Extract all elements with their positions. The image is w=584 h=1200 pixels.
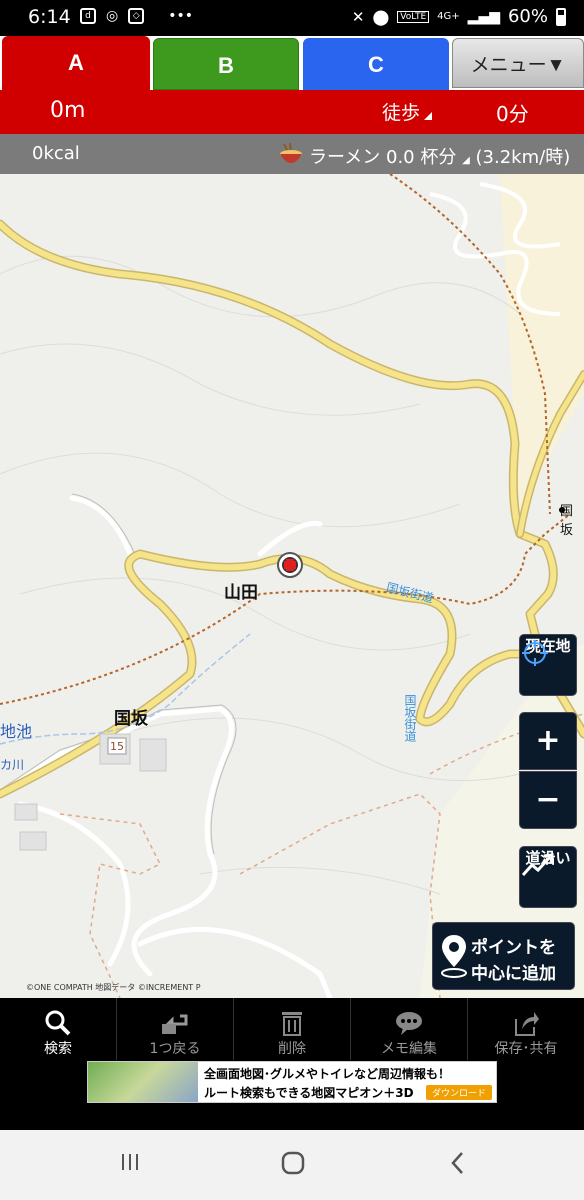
menu-button[interactable]: メニュー▼: [452, 38, 584, 88]
travel-mode-selector[interactable]: 徒歩: [382, 98, 420, 125]
undo-icon: [162, 1014, 188, 1034]
ad-map-thumbnail: [88, 1062, 198, 1102]
network-type: 4G+: [437, 11, 460, 22]
undo-label: 1つ戻る: [149, 1041, 201, 1057]
search-button[interactable]: 検索: [0, 998, 117, 1060]
bottom-toolbar: 検索 1つ戻る 削除 メモ編集 保存･共有: [0, 998, 584, 1060]
place-label-kunisaka-edge: 国坂: [560, 504, 574, 538]
back-icon[interactable]: [448, 1150, 468, 1176]
walking-speed: (3.2km/時): [475, 147, 571, 168]
calorie-bar: 0kcal ラーメン 0.0 杯分 ◢ (3.2km/時): [0, 134, 584, 174]
route-distance: 0m: [50, 98, 86, 123]
location-icon: ⬤: [372, 7, 390, 26]
dropdown-triangle-icon: ◢: [462, 155, 470, 166]
ad-banner[interactable]: 全画面地図･グルメやトイレなど周辺情報も！ ルート検索もできる地図マピオン＋3D…: [87, 1061, 497, 1103]
contour-lines: [0, 255, 521, 895]
ramen-text: ラーメン 0.0 杯分: [309, 147, 457, 168]
ad-text-line1: 全画面地図･グルメやトイレなど周辺情報も！: [204, 1067, 451, 1081]
notification-icons: d ◎ ◇ •••: [80, 8, 193, 24]
mute-icon: ✕: [351, 7, 365, 26]
delete-label: 削除: [278, 1041, 306, 1057]
ramen-equivalent[interactable]: ラーメン 0.0 杯分 ◢ (3.2km/時): [309, 143, 570, 169]
place-label-kawa: カ川: [0, 758, 25, 772]
nfc-icon: ◎: [106, 8, 119, 24]
search-label: 検索: [44, 1041, 72, 1057]
trend-line-icon: [521, 853, 554, 877]
trash-icon: [282, 1012, 302, 1036]
ad-area: 全画面地図･グルメやトイレなど周辺情報も！ ルート検索もできる地図マピオン＋3D…: [0, 1060, 584, 1130]
zoom-out-label: −: [535, 782, 561, 817]
calorie-value: 0kcal: [32, 143, 80, 164]
add-point-button[interactable]: ポイントを 中心に追加: [432, 922, 575, 990]
status-right: ✕ ⬤ VoLTE 4G+ ▂▄▆ 60%: [352, 6, 566, 27]
memo-edit-label: メモ編集: [381, 1041, 437, 1057]
recent-apps-icon[interactable]: [118, 1150, 142, 1174]
pin-icon: [441, 935, 467, 978]
trail-paths: [0, 174, 571, 705]
add-point-label-1: ポイントを: [471, 938, 556, 958]
road-label-kaido-vertical: 国坂街道: [403, 694, 417, 742]
battery-percent: 60%: [507, 6, 548, 27]
ad-download-button[interactable]: ダウンロード: [425, 1085, 492, 1100]
zoom-in-button[interactable]: +: [519, 712, 577, 770]
place-label-chiike: 地池: [0, 722, 33, 741]
signal-icon: ▂▄▆: [467, 8, 500, 25]
tab-a[interactable]: A: [2, 36, 150, 92]
map-view[interactable]: 山田 国坂 国坂 地池 カ川 15 国坂街道 国坂街道 ©ONE COMPATH…: [0, 174, 584, 998]
place-label-kunisaka: 国坂: [114, 709, 148, 729]
map-canvas: [0, 174, 584, 998]
share-icon: [515, 1012, 539, 1036]
tab-b[interactable]: B: [153, 38, 299, 90]
zoom-in-label: +: [535, 723, 561, 758]
ad-text-line2: ルート検索もできる地図マピオン＋3D: [204, 1086, 414, 1100]
dropdown-triangle-icon: [424, 112, 432, 120]
map-copyright: ©ONE COMPATH 地図データ ©INCREMENT P: [26, 983, 201, 992]
status-time: 6:14: [28, 6, 71, 28]
route-tabs: A B C メニュー▼: [0, 36, 584, 92]
notification-icon: d: [80, 8, 96, 24]
save-share-label: 保存･共有: [494, 1041, 558, 1057]
search-icon: [45, 1010, 71, 1036]
minor-road-outlines: [0, 493, 237, 855]
delete-button[interactable]: 削除: [234, 998, 351, 1060]
more-dots-icon: •••: [168, 8, 193, 24]
speech-bubble-icon: [396, 1012, 422, 1035]
status-bar: 6:14 d ◎ ◇ ••• ✕ ⬤ VoLTE 4G+ ▂▄▆ 60%: [0, 0, 584, 36]
zoom-out-button[interactable]: −: [519, 771, 577, 829]
place-label-yamada: 山田: [224, 583, 258, 603]
tab-c[interactable]: C: [303, 38, 449, 90]
undo-button[interactable]: 1つ戻る: [117, 998, 234, 1060]
crosshair-icon: [522, 640, 548, 666]
hospital-marker[interactable]: [277, 552, 303, 578]
save-share-button[interactable]: 保存･共有: [468, 998, 584, 1060]
system-nav-bar: [0, 1130, 584, 1200]
add-point-label-2: 中心に追加: [471, 964, 556, 984]
route-info-bar: 0m 徒歩 0分: [0, 90, 584, 134]
shield-icon: ◇: [128, 8, 145, 24]
memo-edit-button[interactable]: メモ編集: [351, 998, 468, 1060]
land-area: [400, 174, 584, 534]
home-icon[interactable]: [280, 1150, 306, 1176]
ramen-bowl-icon: [280, 142, 302, 163]
current-location-button[interactable]: 現在地: [519, 634, 577, 696]
main-roads: [0, 219, 584, 799]
along-road-button[interactable]: 道沿い: [519, 846, 577, 908]
volte-icon: VoLTE: [397, 10, 430, 23]
battery-icon: [556, 7, 566, 26]
route-number-label: 15: [110, 740, 124, 753]
route-time: 0分: [496, 102, 529, 126]
